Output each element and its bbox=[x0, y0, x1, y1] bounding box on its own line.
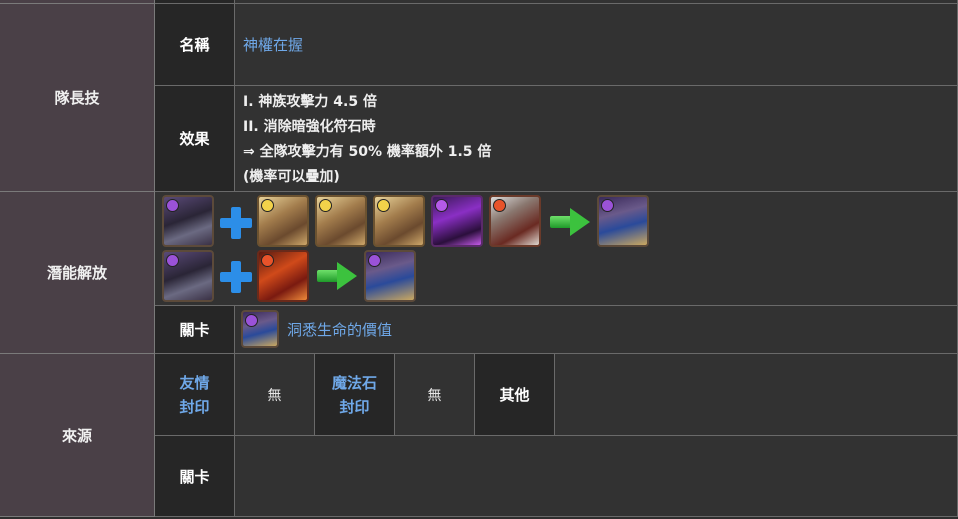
light-bearded-sage-card-icon[interactable] bbox=[373, 195, 425, 247]
arrow-right-icon bbox=[317, 262, 357, 290]
source-stage-cell bbox=[235, 436, 958, 517]
dark-evolved-knight-card-icon[interactable] bbox=[241, 310, 279, 348]
friend-seal-label-2[interactable]: 封印 bbox=[179, 395, 209, 419]
skill-effect-cell: I. 神族攻擊力 4.5 倍 II. 消除暗強化符石時 ⇒ 全隊攻擊力有 50%… bbox=[235, 86, 958, 192]
other-value-cell bbox=[555, 354, 958, 436]
potential-recipe-cell bbox=[155, 192, 958, 306]
skill-name-cell: 神權在握 bbox=[235, 4, 958, 86]
potential-label: 潛能解放 bbox=[46, 264, 107, 282]
fire-white-wolf-card-icon[interactable] bbox=[489, 195, 541, 247]
effect-line-1: I. 神族攻擊力 4.5 倍 bbox=[243, 94, 377, 110]
friend-seal-value-cell: 無 bbox=[235, 354, 315, 436]
other-label: 其他 bbox=[499, 386, 530, 404]
magic-seal-value-cell: 無 bbox=[395, 354, 475, 436]
potential-stage-cell: 洞悉生命的價值 bbox=[235, 306, 958, 354]
light-bearded-sage-card-icon[interactable] bbox=[257, 195, 309, 247]
magic-seal-value: 無 bbox=[427, 387, 442, 404]
magic-seal-label-2[interactable]: 封印 bbox=[339, 395, 369, 419]
plus-icon bbox=[219, 260, 253, 294]
potential-stage-label: 關卡 bbox=[179, 321, 210, 339]
source-label: 來源 bbox=[61, 426, 92, 445]
fire-red-dragon-card-icon[interactable] bbox=[257, 250, 309, 302]
skill-name-link[interactable]: 神權在握 bbox=[243, 34, 303, 55]
effect-line-3: ⇒ 全隊攻擊力有 50% 機率額外 1.5 倍 bbox=[243, 144, 492, 160]
source-header: 來源 bbox=[0, 354, 155, 517]
skill-name-label: 名稱 bbox=[179, 36, 210, 54]
magic-seal-label-cell: 魔法石 封印 bbox=[315, 354, 395, 436]
potential-stage-label-cell: 關卡 bbox=[155, 306, 235, 354]
other-label-cell: 其他 bbox=[475, 354, 555, 436]
friend-seal-label-1[interactable]: 友情 bbox=[179, 371, 209, 395]
arrow-right-icon bbox=[550, 208, 590, 236]
dark-purple-demon-card-icon[interactable] bbox=[431, 195, 483, 247]
plus-icon bbox=[219, 206, 253, 240]
source-stage-label: 關卡 bbox=[179, 467, 210, 486]
effect-line-4: (機率可以疊加) bbox=[243, 169, 340, 185]
skill-name-label-cell: 名稱 bbox=[155, 4, 235, 86]
dark-evolved-knight-card-icon[interactable] bbox=[364, 250, 416, 302]
dark-armored-knight-card-icon[interactable] bbox=[162, 250, 214, 302]
dark-armored-knight-card-icon[interactable] bbox=[162, 195, 214, 247]
leader-skill-label: 隊長技 bbox=[54, 89, 100, 107]
potential-header: 潛能解放 bbox=[0, 192, 155, 354]
friend-seal-label-cell: 友情 封印 bbox=[155, 354, 235, 436]
magic-seal-label-1[interactable]: 魔法石 bbox=[332, 371, 377, 395]
light-bearded-sage-card-icon[interactable] bbox=[315, 195, 367, 247]
friend-seal-value: 無 bbox=[267, 387, 282, 404]
effect-line-2: II. 消除暗強化符石時 bbox=[243, 119, 376, 135]
skill-effect-label: 效果 bbox=[179, 130, 210, 148]
skill-effect-label-cell: 效果 bbox=[155, 86, 235, 192]
leader-skill-header: 隊長技 bbox=[0, 4, 155, 192]
dark-evolved-knight-card-icon[interactable] bbox=[597, 195, 649, 247]
potential-stage-link[interactable]: 洞悉生命的價值 bbox=[287, 319, 392, 340]
source-stage-label-cell: 關卡 bbox=[155, 436, 235, 517]
